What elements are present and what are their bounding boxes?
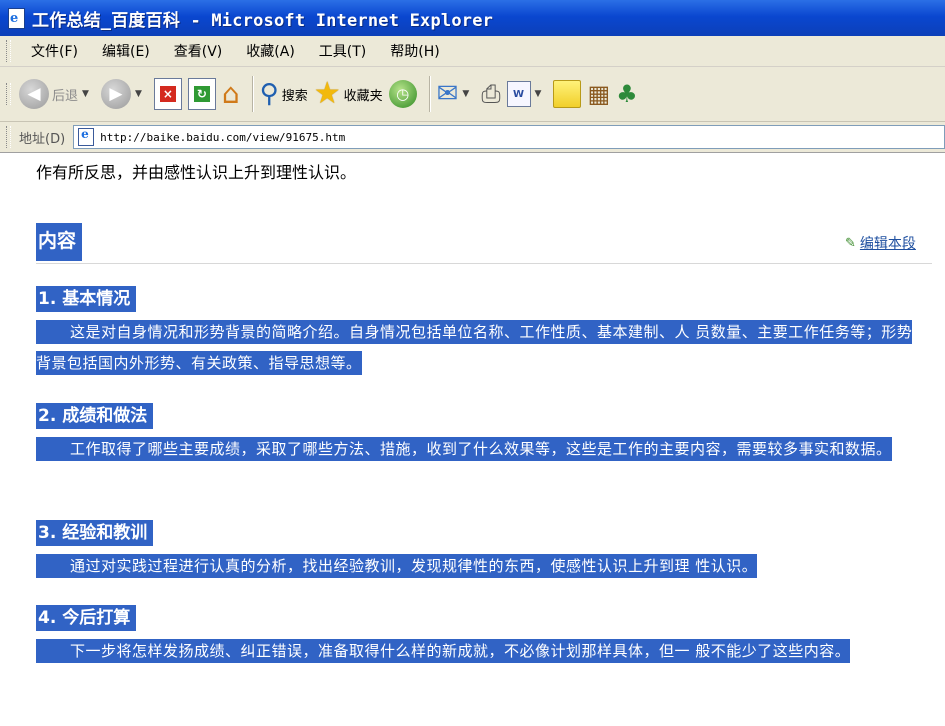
subsection-title-4: 4. 今后打算 — [36, 605, 137, 631]
ie-page-icon[interactable]: e — [6, 7, 26, 29]
subsection-text-1: 这是对自身情况和形势背景的简略介绍。自身情况包括单位名称、工作性质、基本建制、人… — [36, 323, 913, 372]
search-label: 搜索 — [281, 88, 308, 104]
word-icon: W — [506, 81, 531, 107]
home-button[interactable]: ⌂ — [222, 72, 240, 116]
window-title: 工作总结_百度百科 - Microsoft Internet Explorer — [32, 10, 494, 31]
subsection-body-2: 工作取得了哪些主要成绩，采取了哪些方法、措施，收到了什么效果等，这些是工作的主要… — [36, 434, 924, 465]
research-icon: ▦ — [587, 80, 611, 108]
search-icon: ⚲ — [259, 79, 279, 109]
subsection-text-2: 工作取得了哪些主要成绩，采取了哪些方法、措施，收到了什么效果等，这些是工作的主要… — [70, 440, 892, 458]
forward-dropdown-icon[interactable]: ▼ — [135, 89, 142, 99]
back-label: 后退 — [52, 88, 79, 104]
edit-dropdown-icon[interactable]: ▼ — [535, 89, 542, 99]
subsection-body-3: 通过对实践过程进行认真的分析，找出经验教训，发现规律性的东西，使感性认识上升到理… — [36, 551, 924, 582]
history-button[interactable]: ◷ — [388, 72, 417, 116]
favorites-button[interactable]: ★ 收藏夹 — [314, 72, 383, 116]
title-bar: e 工作总结_百度百科 - Microsoft Internet Explore… — [0, 0, 945, 36]
menu-favorites[interactable]: 收藏(A) — [234, 39, 307, 63]
back-dropdown-icon[interactable]: ▼ — [82, 89, 89, 99]
search-button[interactable]: ⚲ 搜索 — [260, 72, 308, 116]
toolbar-separator — [251, 76, 254, 112]
menu-edit[interactable]: 编辑(E) — [90, 39, 162, 63]
subsection-body-4: 下一步将怎样发扬成绩、纠正错误，准备取得什么样的新成就，不必像计划那样具体，但一… — [36, 636, 924, 667]
research-button[interactable]: ▦ — [587, 72, 610, 116]
menu-grip[interactable] — [6, 40, 11, 62]
subsection-title-2: 2. 成绩和做法 — [36, 403, 154, 429]
heading-divider — [36, 263, 932, 264]
back-arrow-icon: ◀ — [19, 79, 49, 109]
edit-icon: ✎ — [845, 235, 856, 251]
print-button[interactable]: ⎙ — [481, 72, 500, 116]
subsection-text-4: 下一步将怎样发扬成绩、纠正错误，准备取得什么样的新成就，不必像计划那样具体，但一… — [70, 642, 851, 660]
discuss-button[interactable] — [553, 72, 582, 116]
intro-paragraph: 作有所反思，并由感性认识上升到理性认识。 — [36, 163, 357, 182]
subsection-title-1: 1. 基本情况 — [36, 286, 137, 312]
edit-section-label[interactable]: 编辑本段 — [860, 233, 916, 253]
page-icon — [78, 127, 95, 146]
mail-icon: ✉ — [436, 79, 459, 109]
subsection-body-1: 这是对自身情况和形势背景的简略介绍。自身情况包括单位名称、工作性质、基本建制、人… — [36, 317, 924, 379]
toolbar-separator — [428, 76, 431, 112]
menu-help[interactable]: 帮助(H) — [378, 39, 451, 63]
menu-bar: 文件(F) 编辑(E) 查看(V) 收藏(A) 工具(T) 帮助(H) — [0, 36, 945, 67]
subsection-title-3: 3. 经验和教训 — [36, 520, 154, 546]
stop-button[interactable]: × — [153, 72, 182, 116]
address-input[interactable]: http://baike.baidu.com/view/91675.htm — [73, 125, 945, 149]
messenger-button[interactable]: ♣ — [616, 72, 638, 116]
page-content: 作有所反思，并由感性认识上升到理性认识。 内容 ✎ 编辑本段 1. 基本情况 这… — [0, 153, 945, 726]
refresh-button[interactable]: ↻ — [187, 72, 216, 116]
back-button[interactable]: ◀ 后退 ▼ — [19, 72, 95, 116]
address-grip[interactable] — [6, 126, 11, 148]
forward-arrow-icon: ▶ — [100, 79, 131, 109]
toolbar: ◀ 后退 ▼ ▶ ▼ × ↻ ⌂ ⚲ 搜索 ★ 收藏夹 ◷ ✉ ▼ ⎙ W ▼ — [0, 67, 945, 122]
mail-dropdown-icon[interactable]: ▼ — [462, 89, 469, 99]
note-icon — [553, 80, 582, 108]
toolbar-grip[interactable] — [6, 83, 11, 105]
star-icon: ★ — [313, 76, 341, 111]
stop-icon: × — [153, 78, 182, 110]
menu-tools[interactable]: 工具(T) — [307, 39, 378, 63]
edit-section-link[interactable]: ✎ 编辑本段 — [845, 233, 916, 253]
favorites-label: 收藏夹 — [343, 88, 383, 104]
home-icon: ⌂ — [221, 77, 240, 110]
menu-file[interactable]: 文件(F) — [19, 39, 90, 63]
printer-icon: ⎙ — [481, 80, 501, 108]
refresh-icon: ↻ — [187, 78, 216, 110]
address-label: 地址(D) — [19, 131, 66, 147]
subsection-text-3: 通过对实践过程进行认真的分析，找出经验教训，发现规律性的东西，使感性认识上升到理… — [70, 557, 758, 575]
address-url[interactable]: http://baike.baidu.com/view/91675.htm — [100, 131, 345, 144]
address-bar: 地址(D) http://baike.baidu.com/view/91675.… — [0, 122, 945, 153]
messenger-icon: ♣ — [616, 80, 638, 108]
menu-view[interactable]: 查看(V) — [162, 39, 235, 63]
history-icon: ◷ — [388, 80, 417, 108]
section-heading: 内容 — [36, 223, 83, 261]
mail-button[interactable]: ✉ ▼ — [437, 72, 476, 116]
forward-button[interactable]: ▶ ▼ — [100, 72, 148, 116]
edit-word-button[interactable]: W ▼ — [506, 72, 548, 116]
